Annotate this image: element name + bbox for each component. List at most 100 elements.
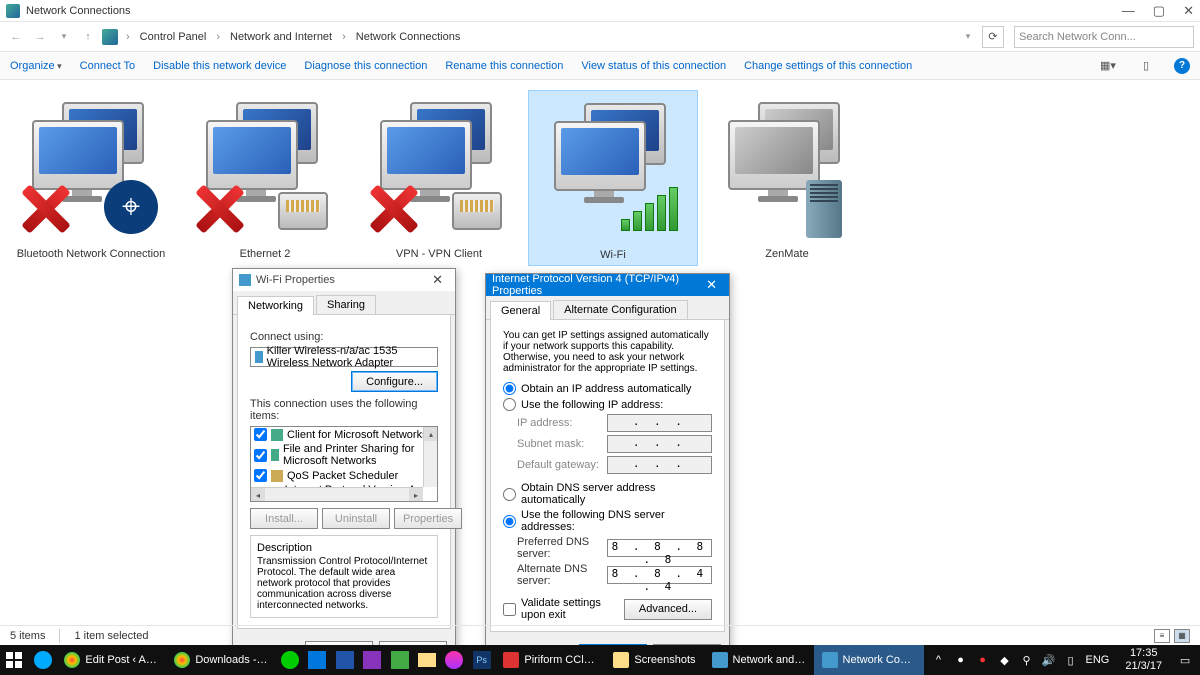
tray-battery-icon[interactable]: ●	[976, 653, 990, 667]
ip-address-field: . . .	[607, 414, 712, 432]
taskbar-task[interactable]: Network and Shari...	[704, 645, 814, 675]
change-settings-button[interactable]: Change settings of this connection	[744, 60, 912, 72]
back-button[interactable]: ←	[6, 27, 26, 47]
tab-general[interactable]: General	[490, 301, 551, 320]
connection-label: Ethernet 2	[184, 248, 346, 260]
details-view-icon[interactable]: ≡	[1154, 629, 1170, 643]
use-ip-radio[interactable]	[503, 398, 516, 411]
tray-volume-icon[interactable]: 🔊	[1042, 653, 1056, 667]
tab-sharing[interactable]: Sharing	[316, 295, 376, 314]
tray-app-icon[interactable]: ◆	[998, 653, 1012, 667]
taskbar-task[interactable]: Downloads - Googl...	[166, 645, 276, 675]
taskbar-task-active[interactable]: Network Connectio...	[814, 645, 924, 675]
minimize-button[interactable]: —	[1122, 3, 1135, 19]
app-icon	[6, 4, 20, 18]
uninstall-button[interactable]: Uninstall	[322, 508, 390, 529]
obtain-dns-radio[interactable]	[503, 488, 516, 501]
preview-pane-icon[interactable]: ▯	[1136, 58, 1156, 74]
taskbar: Edit Post ‹ Addictiv... Downloads - Goog…	[0, 645, 1200, 675]
item-checkbox[interactable]	[254, 469, 267, 482]
intro-text: You can get IP settings assigned automat…	[503, 330, 712, 374]
connection-wifi[interactable]: Wi-Fi	[528, 90, 698, 266]
ethernet-icon	[452, 192, 502, 230]
properties-button[interactable]: Properties	[394, 508, 462, 529]
alternate-dns-field[interactable]: 8 . 8 . 4 . 4	[607, 566, 712, 584]
tray-notifications-icon[interactable]: ▭	[1178, 653, 1192, 667]
tray-language[interactable]: ENG	[1086, 654, 1110, 666]
tab-alternate-config[interactable]: Alternate Configuration	[553, 300, 688, 319]
taskbar-skype-icon[interactable]	[276, 645, 303, 675]
tiles-view-icon[interactable]: ▦	[1174, 629, 1190, 643]
preferred-dns-field[interactable]: 8 . 8 . 8 . 8	[607, 539, 712, 557]
taskbar-photoshop-icon[interactable]: Ps	[468, 645, 495, 675]
item-checkbox[interactable]	[254, 449, 267, 462]
validate-checkbox[interactable]	[503, 603, 516, 616]
taskbar-task[interactable]: Screenshots	[605, 645, 703, 675]
disabled-x-icon	[18, 182, 70, 234]
wifi-properties-dialog: Wi-Fi Properties ✕ Networking Sharing Co…	[232, 268, 456, 671]
taskbar-evernote-icon[interactable]	[386, 645, 413, 675]
disable-device-button[interactable]: Disable this network device	[153, 60, 286, 72]
up-button[interactable]: ↑	[78, 27, 98, 47]
configure-button[interactable]: Configure...	[351, 371, 438, 392]
taskbar-task[interactable]: Piriform CCleaner -...	[495, 645, 605, 675]
tray-clock[interactable]: 17:3521/3/17	[1117, 647, 1170, 673]
start-button[interactable]	[0, 645, 29, 675]
scrollbar-horizontal[interactable]: ◂▸	[251, 487, 423, 501]
address-dropdown[interactable]: ▾	[958, 27, 978, 47]
tab-networking[interactable]: Networking	[237, 296, 314, 315]
taskbar-word-icon[interactable]	[331, 645, 358, 675]
connect-to-button[interactable]: Connect To	[80, 60, 135, 72]
view-options-icon[interactable]: ▦▾	[1098, 58, 1118, 74]
help-icon[interactable]: ?	[1174, 58, 1190, 74]
taskbar-outlook-icon[interactable]	[304, 645, 331, 675]
tray-power-icon[interactable]: ▯	[1064, 653, 1078, 667]
connection-ethernet2[interactable]: Ethernet 2	[180, 90, 350, 266]
install-button[interactable]: Install...	[250, 508, 318, 529]
breadcrumb-control-panel[interactable]: Control Panel	[138, 31, 209, 43]
taskbar-explorer-icon[interactable]	[413, 645, 440, 675]
connection-label: ZenMate	[706, 248, 868, 260]
taskbar-itunes-icon[interactable]	[441, 645, 468, 675]
breadcrumb-sep: ›	[122, 31, 134, 43]
connections-list: ⌖ Bluetooth Network Connection Ethernet …	[0, 80, 1200, 276]
recent-locations-button[interactable]: ▾	[54, 27, 74, 47]
use-dns-radio[interactable]	[503, 515, 516, 528]
gateway-field: . . .	[607, 456, 712, 474]
connection-zenmate[interactable]: ZenMate	[702, 90, 872, 266]
scrollbar-vertical[interactable]: ▴	[423, 427, 437, 487]
taskbar-task[interactable]: Edit Post ‹ Addictiv...	[56, 645, 166, 675]
status-bar: 5 items 1 item selected ≡ ▦	[0, 625, 1200, 645]
items-label: This connection uses the following items…	[250, 398, 438, 422]
dialog-titlebar[interactable]: Internet Protocol Version 4 (TCP/IPv4) P…	[486, 274, 729, 296]
rename-button[interactable]: Rename this connection	[445, 60, 563, 72]
taskbar-edge-icon[interactable]	[29, 645, 56, 675]
description-header: Description	[257, 542, 431, 554]
obtain-ip-radio[interactable]	[503, 382, 516, 395]
organize-menu[interactable]: Organize	[10, 60, 62, 72]
close-icon[interactable]: ✕	[426, 272, 449, 288]
advanced-button[interactable]: Advanced...	[624, 599, 712, 620]
disabled-x-icon	[366, 182, 418, 234]
maximize-button[interactable]: ▢	[1153, 3, 1165, 19]
taskbar-onenote-icon[interactable]	[358, 645, 385, 675]
connection-vpn[interactable]: VPN - VPN Client	[354, 90, 524, 266]
tray-wifi-icon[interactable]: ⚲	[1020, 653, 1034, 667]
address-bar: ← → ▾ ↑ › Control Panel › Network and In…	[0, 22, 1200, 52]
close-icon[interactable]: ✕	[700, 277, 723, 293]
tray-chevron-icon[interactable]: ^	[932, 653, 946, 667]
refresh-button[interactable]: ⟳	[982, 26, 1004, 48]
search-input[interactable]: Search Network Conn...	[1014, 26, 1194, 48]
diagnose-button[interactable]: Diagnose this connection	[304, 60, 427, 72]
protocol-items-list[interactable]: Client for Microsoft Networks File and P…	[250, 426, 438, 502]
tray-cloud-icon[interactable]: ●	[954, 653, 968, 667]
dialog-titlebar[interactable]: Wi-Fi Properties ✕	[233, 269, 455, 291]
connection-bluetooth[interactable]: ⌖ Bluetooth Network Connection	[6, 90, 176, 266]
breadcrumb-network-connections[interactable]: Network Connections	[354, 31, 463, 43]
close-button[interactable]: ✕	[1183, 3, 1194, 19]
chrome-icon	[64, 652, 80, 668]
item-checkbox[interactable]	[254, 428, 267, 441]
forward-button[interactable]: →	[30, 27, 50, 47]
view-status-button[interactable]: View status of this connection	[581, 60, 726, 72]
breadcrumb-network-internet[interactable]: Network and Internet	[228, 31, 334, 43]
